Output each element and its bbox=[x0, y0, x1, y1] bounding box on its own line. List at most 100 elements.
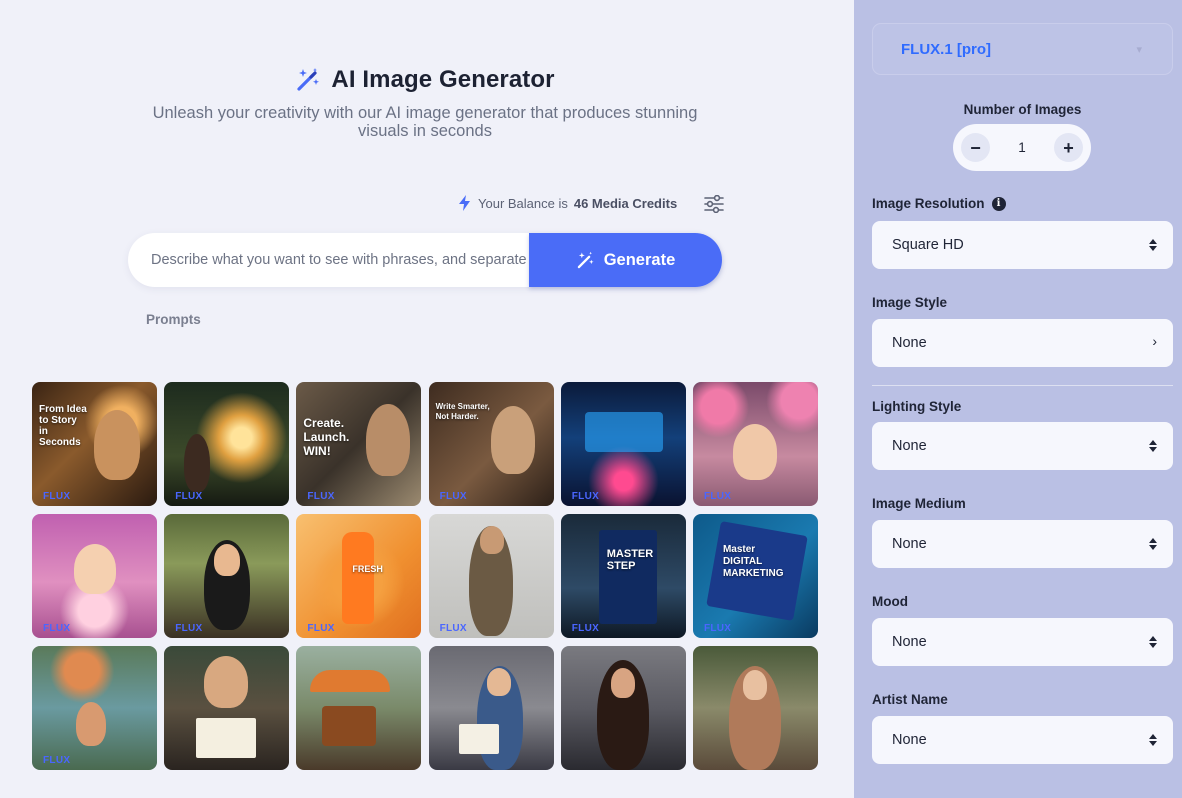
prompt-bar: Generate bbox=[128, 233, 722, 287]
flux-badge: FLUX bbox=[43, 491, 71, 502]
sort-arrows-icon bbox=[1149, 239, 1157, 251]
chevron-down-icon: ▾ bbox=[1136, 44, 1142, 56]
info-icon[interactable]: i bbox=[991, 196, 1006, 211]
face-shape bbox=[610, 668, 635, 698]
face-shape bbox=[742, 670, 767, 700]
figure-shape bbox=[184, 434, 211, 492]
divider bbox=[872, 385, 1173, 386]
gallery-image[interactable]: FLUX bbox=[692, 382, 818, 506]
image-resolution-value: Square HD bbox=[892, 237, 964, 253]
image-medium-value: None bbox=[892, 536, 927, 552]
bottle-shape bbox=[342, 532, 375, 624]
certificate-shape bbox=[458, 724, 499, 754]
settings-sliders-button[interactable] bbox=[702, 192, 726, 216]
gallery-image[interactable]: FRESH FLUX bbox=[296, 514, 422, 638]
tile-caption: Master DIGITAL MARKETING bbox=[722, 544, 784, 579]
mood-value: None bbox=[892, 634, 927, 650]
chevron-right-icon: › bbox=[1152, 333, 1157, 349]
figure-shape bbox=[366, 404, 411, 476]
example-gallery: From Idea to Story in Seconds FLUX FLUX … bbox=[32, 382, 818, 770]
balance-prefix: Your Balance is bbox=[478, 195, 568, 211]
gallery-image[interactable]: From Idea to Story in Seconds FLUX bbox=[32, 382, 157, 506]
page-title: AI Image Generator bbox=[331, 66, 555, 93]
prompt-input[interactable] bbox=[128, 233, 528, 287]
balance-credits: 46 Media Credits bbox=[573, 195, 678, 211]
artist-name-select[interactable]: None bbox=[872, 716, 1173, 764]
model-select[interactable]: FLUX.1 [pro] ▾ bbox=[872, 23, 1173, 75]
gallery-image[interactable]: FLUX bbox=[32, 646, 157, 770]
image-resolution-select[interactable]: Square HD bbox=[872, 221, 1173, 269]
gallery-image[interactable] bbox=[560, 646, 686, 770]
image-resolution-label: Image Resolution i bbox=[872, 196, 1006, 211]
tile-caption: Create. Launch. WIN! bbox=[303, 416, 350, 458]
settings-sidebar: FLUX.1 [pro] ▾ Number of Images − 1 + Im… bbox=[854, 0, 1182, 798]
gallery-image[interactable]: FLUX bbox=[164, 514, 290, 638]
mood-label: Mood bbox=[872, 594, 908, 609]
face-shape bbox=[214, 544, 241, 576]
figure-shape bbox=[490, 406, 535, 474]
image-resolution-label-text: Image Resolution bbox=[872, 196, 985, 211]
face-shape bbox=[479, 526, 504, 554]
book-shape bbox=[598, 530, 657, 624]
sort-arrows-icon bbox=[1149, 440, 1157, 452]
gallery-image[interactable] bbox=[692, 646, 818, 770]
artist-name-value: None bbox=[892, 732, 927, 748]
flux-badge: FLUX bbox=[571, 491, 600, 502]
generate-label: Generate bbox=[603, 250, 676, 269]
artist-name-label: Artist Name bbox=[872, 692, 948, 707]
gallery-image[interactable]: FLUX bbox=[32, 514, 157, 638]
image-medium-label: Image Medium bbox=[872, 496, 966, 511]
flux-badge: FLUX bbox=[439, 491, 467, 502]
gallery-image[interactable] bbox=[296, 646, 422, 770]
certificate-shape bbox=[196, 718, 257, 758]
decrement-button[interactable]: − bbox=[961, 133, 990, 162]
magic-wand-icon bbox=[297, 68, 320, 91]
figure-shape bbox=[76, 702, 106, 746]
flux-badge: FLUX bbox=[175, 623, 203, 634]
gallery-image[interactable]: FLUX bbox=[428, 514, 554, 638]
gallery-image[interactable]: Write Smarter, Not Harder. FLUX bbox=[428, 382, 554, 506]
balance-info: Your Balance is 46 Media Credits bbox=[458, 193, 677, 213]
sort-arrows-icon bbox=[1149, 538, 1157, 550]
gallery-image[interactable] bbox=[164, 646, 290, 770]
prompts-label: Prompts bbox=[146, 312, 201, 327]
mood-select[interactable]: None bbox=[872, 618, 1173, 666]
flux-badge: FLUX bbox=[703, 623, 732, 634]
figure-shape bbox=[94, 410, 140, 480]
figure-shape bbox=[204, 656, 249, 708]
gallery-image[interactable] bbox=[428, 646, 554, 770]
image-style-value: None bbox=[892, 335, 927, 351]
gallery-image[interactable]: FLUX bbox=[164, 382, 290, 506]
gallery-image[interactable]: FLUX bbox=[560, 382, 686, 506]
flux-badge: FLUX bbox=[175, 491, 203, 502]
flux-badge: FLUX bbox=[307, 623, 335, 634]
flux-badge: FLUX bbox=[307, 491, 335, 502]
sliders-icon bbox=[704, 195, 724, 213]
tile-caption: FRESH bbox=[352, 564, 383, 574]
image-style-label: Image Style bbox=[872, 295, 948, 310]
flux-badge: FLUX bbox=[43, 623, 71, 634]
magic-wand-icon bbox=[577, 251, 594, 268]
tile-caption: From Idea to Story in Seconds bbox=[39, 404, 87, 448]
image-style-select[interactable]: None › bbox=[872, 319, 1173, 367]
increment-button[interactable]: + bbox=[1053, 133, 1083, 162]
tile-caption: Write Smarter, Not Harder. bbox=[435, 402, 490, 421]
umbrella-shape bbox=[310, 670, 391, 692]
flux-badge: FLUX bbox=[703, 491, 732, 502]
flux-badge: FLUX bbox=[439, 623, 467, 634]
gallery-image[interactable]: Create. Launch. WIN! FLUX bbox=[296, 382, 422, 506]
number-of-images-label: Number of Images bbox=[963, 102, 1082, 117]
image-medium-select[interactable]: None bbox=[872, 520, 1173, 568]
cart-shape bbox=[322, 706, 377, 746]
sort-arrows-icon bbox=[1149, 734, 1157, 746]
page-title-row: AI Image Generator bbox=[0, 66, 850, 94]
face-shape bbox=[486, 668, 511, 696]
sort-arrows-icon bbox=[1149, 636, 1157, 648]
number-of-images-value: 1 bbox=[1018, 140, 1026, 155]
main-area: AI Image Generator Unleash your creativi… bbox=[0, 0, 854, 798]
gallery-image[interactable]: Master DIGITAL MARKETING FLUX bbox=[692, 514, 818, 638]
gallery-image[interactable]: MASTER STEP FLUX bbox=[560, 514, 686, 638]
generate-button[interactable]: Generate bbox=[529, 233, 722, 287]
lighting-style-select[interactable]: None bbox=[872, 422, 1173, 470]
flux-badge: FLUX bbox=[43, 755, 71, 766]
